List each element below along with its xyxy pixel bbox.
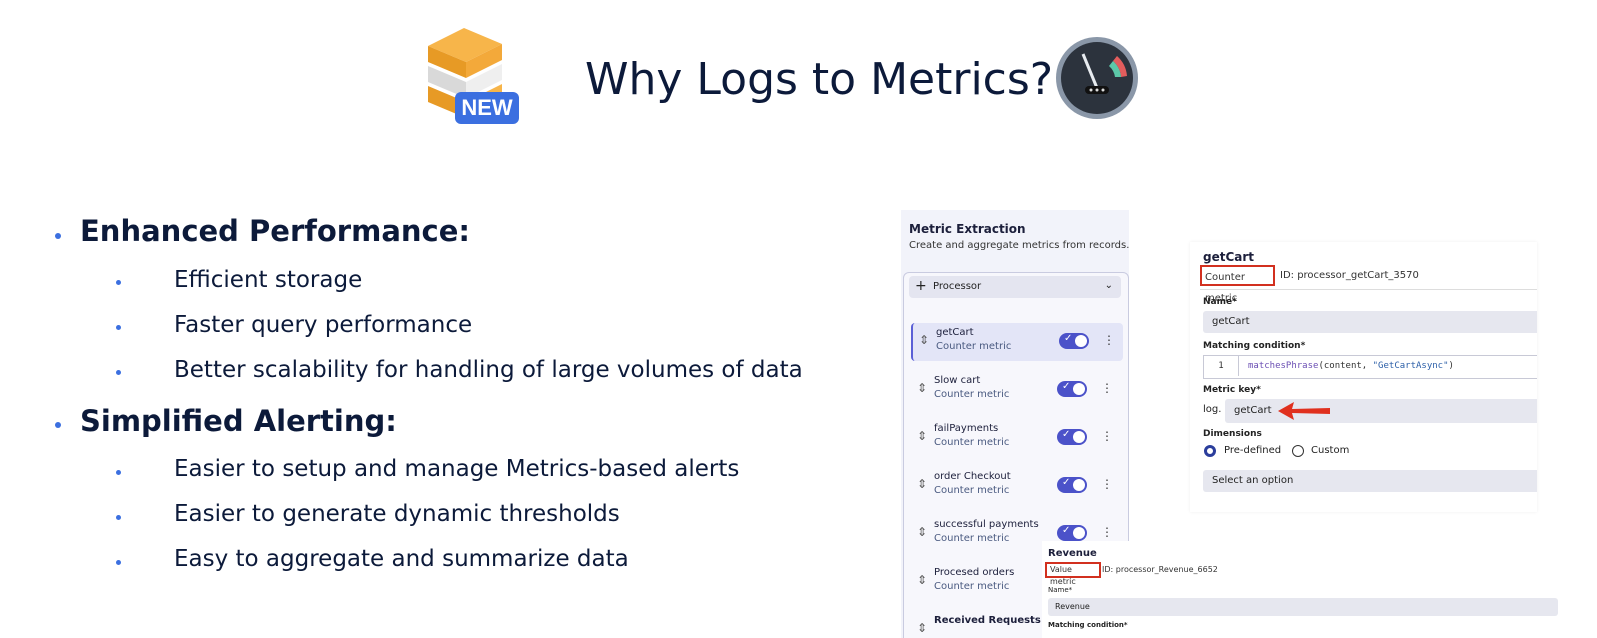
- custom-radio[interactable]: [1292, 445, 1304, 457]
- metric-key-prefix: log.: [1203, 404, 1222, 415]
- list-item: Easier to generate dynamic thresholds: [174, 501, 620, 527]
- metric-detail-panel: getCart Counter metric ID: processor_get…: [1190, 242, 1537, 512]
- page-title: Why Logs to Metrics?: [585, 54, 1054, 105]
- list-item: Faster query performance: [174, 312, 473, 338]
- processor-id: ID: processor_Revenue_6652: [1102, 565, 1218, 574]
- predefined-radio[interactable]: [1204, 445, 1216, 457]
- add-processor-button[interactable]: + Processor ⌄: [909, 276, 1121, 298]
- list-item: Easy to aggregate and summarize data: [174, 546, 629, 572]
- list-item[interactable]: ⇕ failPayments Counter metric ⋮: [911, 419, 1121, 457]
- section-heading-performance: Enhanced Performance:: [80, 214, 470, 248]
- custom-label: Custom: [1311, 445, 1350, 456]
- condition-label: Matching condition*: [1203, 341, 1306, 351]
- detail-title: Revenue: [1048, 548, 1097, 559]
- condition-label: Matching condition*: [1048, 621, 1128, 629]
- drag-handle-icon[interactable]: ⇕: [917, 621, 927, 635]
- more-options-icon[interactable]: ⋮: [1101, 477, 1113, 491]
- metric-type-badge: Counter metric: [1200, 265, 1275, 304]
- drag-handle-icon[interactable]: ⇕: [917, 525, 927, 539]
- list-item[interactable]: ⇕ order Checkout Counter metric ⋮: [911, 467, 1121, 505]
- metric-type-badge: Value metric: [1045, 562, 1101, 586]
- list-item: Easier to setup and manage Metrics-based…: [174, 456, 740, 482]
- name-input[interactable]: getCart: [1203, 311, 1537, 333]
- more-options-icon[interactable]: ⋮: [1103, 333, 1115, 347]
- predefined-label: Pre-defined: [1224, 445, 1282, 456]
- bullet-marker: [116, 280, 121, 285]
- detail-title: getCart: [1203, 250, 1255, 264]
- item-type: Counter metric: [934, 389, 1010, 400]
- line-number: 1: [1204, 356, 1239, 376]
- name-label: Name*: [1203, 297, 1237, 307]
- panel-title: Metric Extraction: [909, 222, 1026, 236]
- bullet-marker: [55, 422, 61, 428]
- list-item: Efficient storage: [174, 267, 363, 293]
- drag-handle-icon[interactable]: ⇕: [919, 333, 929, 347]
- chevron-down-icon: ⌄: [1104, 280, 1113, 291]
- enable-toggle[interactable]: [1057, 429, 1087, 445]
- bullet-marker: [55, 233, 61, 239]
- enable-toggle[interactable]: [1057, 525, 1087, 541]
- metric-key-input[interactable]: getCart: [1225, 399, 1537, 423]
- speedometer-icon: [1055, 36, 1139, 120]
- condition-args: (content,: [1318, 361, 1373, 371]
- bullet-marker: [116, 515, 121, 520]
- condition-string: "GetCartAsync": [1372, 361, 1449, 371]
- metric-key-label: Metric key*: [1203, 385, 1261, 395]
- item-name: failPayments: [934, 423, 999, 434]
- condition-editor[interactable]: 1 matchesPhrase(content, "GetCartAsync"): [1203, 355, 1537, 379]
- dimension-select[interactable]: Select an option: [1203, 470, 1537, 492]
- arrow-icon: [1278, 402, 1330, 420]
- enable-toggle[interactable]: [1057, 477, 1087, 493]
- panel-subtitle-text: Create and aggregate metrics from record…: [909, 240, 1129, 251]
- item-type: Counter metric: [934, 437, 1010, 448]
- bullet-marker: [116, 560, 121, 565]
- item-type: Counter metric: [934, 533, 1010, 544]
- name-label: Name*: [1048, 586, 1073, 594]
- condition-function: matchesPhrase: [1248, 361, 1319, 371]
- name-input[interactable]: Revenue: [1048, 598, 1558, 616]
- new-badge: NEW: [455, 92, 519, 124]
- drag-handle-icon[interactable]: ⇕: [917, 429, 927, 443]
- drag-handle-icon[interactable]: ⇕: [917, 477, 927, 491]
- drag-handle-icon[interactable]: ⇕: [917, 573, 927, 587]
- enable-toggle[interactable]: [1059, 333, 1089, 349]
- item-type: Counter metric: [936, 341, 1012, 352]
- processor-id: ID: processor_getCart_3570: [1280, 270, 1419, 281]
- bullet-marker: [116, 470, 121, 475]
- item-name: successful payments: [934, 519, 1039, 530]
- drag-handle-icon[interactable]: ⇕: [917, 381, 927, 395]
- list-item[interactable]: ⇕ getCart Counter metric ⋮: [911, 323, 1123, 361]
- panel-subtitle: Create and aggregate metrics from record…: [909, 240, 1129, 251]
- item-name: Procesed orders: [934, 567, 1015, 578]
- bullet-marker: [116, 325, 121, 330]
- dimensions-label: Dimensions: [1203, 429, 1262, 439]
- new-feature-icon: NEW: [418, 16, 522, 126]
- divider: [1200, 289, 1537, 290]
- item-name: Received Requests: [934, 615, 1041, 626]
- list-item: Better scalability for handling of large…: [174, 357, 803, 383]
- more-options-icon[interactable]: ⋮: [1101, 525, 1113, 539]
- enable-toggle[interactable]: [1057, 381, 1087, 397]
- condition-end: ): [1448, 361, 1454, 371]
- bullet-marker: [116, 370, 121, 375]
- item-type: Counter metric: [934, 581, 1010, 592]
- more-options-icon[interactable]: ⋮: [1101, 381, 1113, 395]
- section-heading-alerting: Simplified Alerting:: [80, 404, 397, 438]
- add-processor-label: Processor: [933, 281, 982, 292]
- list-item[interactable]: ⇕ Slow cart Counter metric ⋮: [911, 371, 1121, 409]
- item-name: Slow cart: [934, 375, 981, 386]
- condition-code: matchesPhrase(content, "GetCartAsync"): [1248, 356, 1454, 376]
- item-name: getCart: [936, 327, 974, 338]
- more-options-icon[interactable]: ⋮: [1101, 429, 1113, 443]
- item-type: Counter metric: [934, 485, 1010, 496]
- plus-icon: +: [915, 278, 927, 294]
- metric-detail-panel-revenue: Revenue Value metric ID: processor_Reven…: [1042, 541, 1562, 638]
- item-name: order Checkout: [934, 471, 1011, 482]
